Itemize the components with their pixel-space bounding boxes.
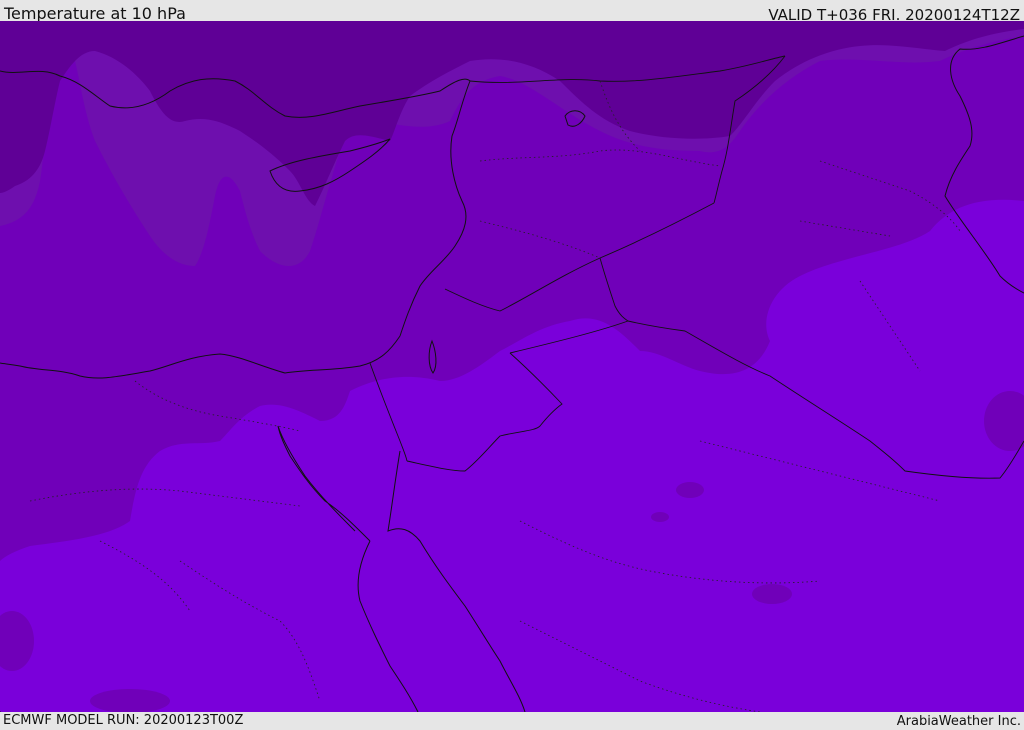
credit-label: ArabiaWeather Inc. (896, 714, 1021, 729)
footer-bar: ECMWF MODEL RUN: 20200123T00Z ArabiaWeat… (0, 712, 1024, 729)
header-bar: Temperature at 10 hPa VALID T+036 FRI. 2… (0, 0, 1024, 24)
model-run-label: ECMWF MODEL RUN: 20200123T00Z (3, 713, 244, 728)
warm-pocket (676, 482, 704, 498)
temperature-map[interactable] (0, 21, 1024, 712)
warm-pocket (651, 512, 669, 522)
warm-pocket (90, 689, 170, 712)
warm-pocket (752, 584, 792, 604)
map-canvas (0, 21, 1024, 712)
